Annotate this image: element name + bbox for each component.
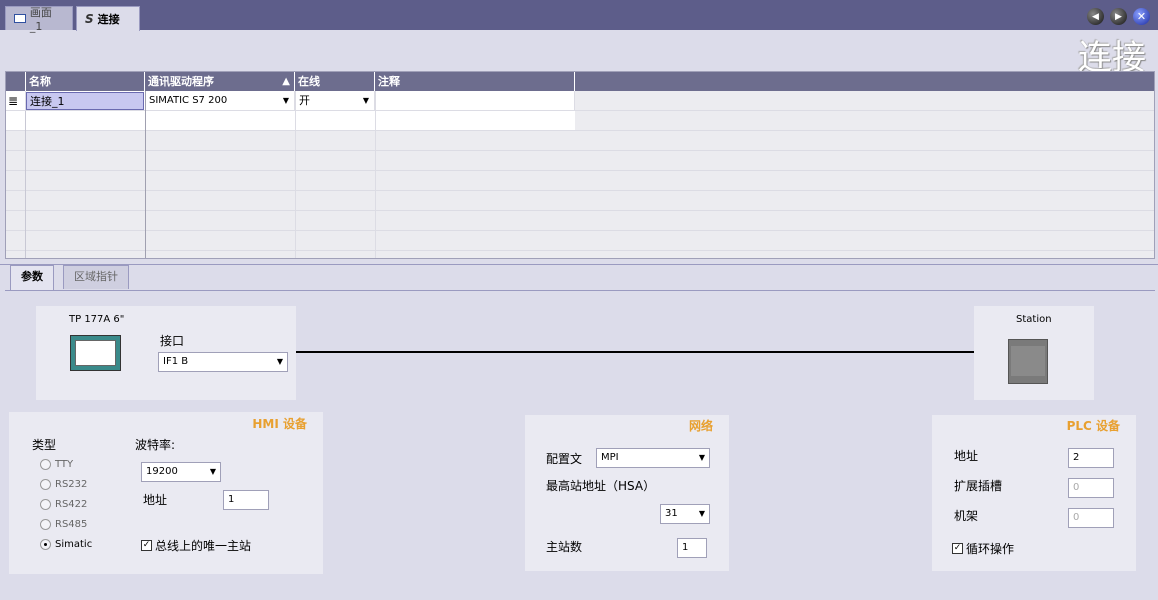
dropdown-arrow-icon: ▼ <box>698 509 705 518</box>
slot-input[interactable]: 0 <box>1068 478 1114 498</box>
tab-label: 连接 <box>97 13 120 26</box>
interface-select[interactable]: IF1 B ▼ <box>158 352 288 372</box>
profile-select[interactable]: MPI ▼ <box>596 448 710 468</box>
masters-label: 主站数 <box>546 540 583 554</box>
rack-label: 机架 <box>954 509 979 523</box>
radio-icon <box>40 519 51 530</box>
baud-label: 波特率: <box>135 438 176 452</box>
sort-asc-icon: ▲ <box>282 76 290 87</box>
table-row-empty[interactable] <box>6 111 1154 131</box>
plc-station-box: Station <box>974 306 1094 400</box>
table-row-empty <box>6 231 1154 251</box>
radio-tty[interactable]: TTY <box>40 459 73 470</box>
tab-screen-1[interactable]: 画面_1 <box>5 6 73 33</box>
hmi-device-name: TP 177A 6" <box>69 314 125 325</box>
interface-label: 接口 <box>160 334 185 348</box>
row-selector[interactable]: ≣ <box>6 91 26 111</box>
dropdown-arrow-icon[interactable]: ▼ <box>280 95 292 107</box>
column-header-comment[interactable]: 注释 <box>375 72 575 91</box>
section-title: HMI 设备 <box>252 417 307 431</box>
type-label: 类型 <box>32 438 57 452</box>
connections-table: 名称 通讯驱动程序 ▲ 在线 注释 ≣ 连接_1 SIMATIC S7 200 … <box>5 71 1155 259</box>
radio-icon <box>40 479 51 490</box>
close-icon[interactable]: ✕ <box>1133 8 1150 25</box>
hmi-address-label: 地址 <box>143 493 168 507</box>
plc-icon <box>1008 339 1048 384</box>
tab-label: 画面_1 <box>29 6 52 33</box>
radio-rs232[interactable]: RS232 <box>40 479 87 490</box>
rack-input[interactable]: 0 <box>1068 508 1114 528</box>
tab-connections[interactable]: S 连接 <box>76 6 140 31</box>
plc-address-input[interactable]: 2 <box>1068 448 1114 468</box>
row-header-corner <box>6 72 26 91</box>
radio-rs485[interactable]: RS485 <box>40 519 87 530</box>
profile-label: 配置文 <box>546 452 583 466</box>
column-header-driver[interactable]: 通讯驱动程序 ▲ <box>145 72 295 91</box>
hmi-address-input[interactable]: 1 <box>223 490 269 510</box>
table-row-empty <box>6 211 1154 231</box>
table-row-empty <box>6 131 1154 151</box>
screen-icon <box>14 14 26 23</box>
next-icon[interactable]: ▶ <box>1110 8 1127 25</box>
cyclic-operation-checkbox[interactable]: ✓ 循环操作 <box>952 540 1014 557</box>
hsa-select[interactable]: 31 ▼ <box>660 504 710 524</box>
cell-comment[interactable] <box>376 91 575 111</box>
section-title: PLC 设备 <box>1066 419 1120 433</box>
column-header-name[interactable]: 名称 <box>26 72 145 91</box>
checkbox-checked-icon: ✓ <box>952 543 963 554</box>
cell-name[interactable]: 连接_1 <box>26 92 144 110</box>
baud-rate-select[interactable]: 19200 ▼ <box>141 462 221 482</box>
dropdown-arrow-icon[interactable]: ▼ <box>360 95 372 107</box>
connection-line <box>296 351 974 353</box>
table-row-empty <box>6 191 1154 211</box>
station-name: Station <box>1016 314 1052 325</box>
plc-address-label: 地址 <box>954 449 979 463</box>
hmi-device-box: TP 177A 6" 接口 IF1 B ▼ <box>36 306 296 400</box>
tab-area-pointers[interactable]: 区域指针 <box>63 265 129 289</box>
dropdown-arrow-icon: ▼ <box>209 467 216 476</box>
checkbox-checked-icon: ✓ <box>141 540 152 551</box>
dropdown-arrow-icon: ▼ <box>698 453 705 462</box>
hmi-panel-icon <box>70 335 121 371</box>
column-header-online[interactable]: 在线 <box>295 72 375 91</box>
editor-tab-bar: 画面_1 S 连接 ◀ ▶ ✕ <box>0 0 1158 33</box>
table-row-empty <box>6 151 1154 171</box>
hsa-label: 最高站地址（HSA） <box>546 479 656 493</box>
column-header-filler <box>575 72 1154 91</box>
radio-icon <box>40 459 51 470</box>
cell-driver[interactable]: SIMATIC S7 200 ▼ <box>146 91 295 111</box>
cell-online[interactable]: 开 ▼ <box>296 91 375 111</box>
previous-icon[interactable]: ◀ <box>1087 8 1104 25</box>
dropdown-arrow-icon: ▼ <box>276 357 283 366</box>
slot-label: 扩展插槽 <box>954 479 1003 493</box>
table-row-empty <box>6 251 1154 258</box>
table-row-empty <box>6 171 1154 191</box>
radio-rs422[interactable]: RS422 <box>40 499 87 510</box>
connection-icon: S <box>85 12 94 26</box>
radio-selected-icon <box>40 539 51 550</box>
radio-simatic[interactable]: Simatic <box>40 539 92 550</box>
tab-parameters[interactable]: 参数 <box>10 265 54 291</box>
radio-icon <box>40 499 51 510</box>
masters-input[interactable]: 1 <box>677 538 707 558</box>
only-master-checkbox[interactable]: ✓ 总线上的唯一主站 <box>141 537 251 554</box>
section-title: 网络 <box>688 419 713 433</box>
